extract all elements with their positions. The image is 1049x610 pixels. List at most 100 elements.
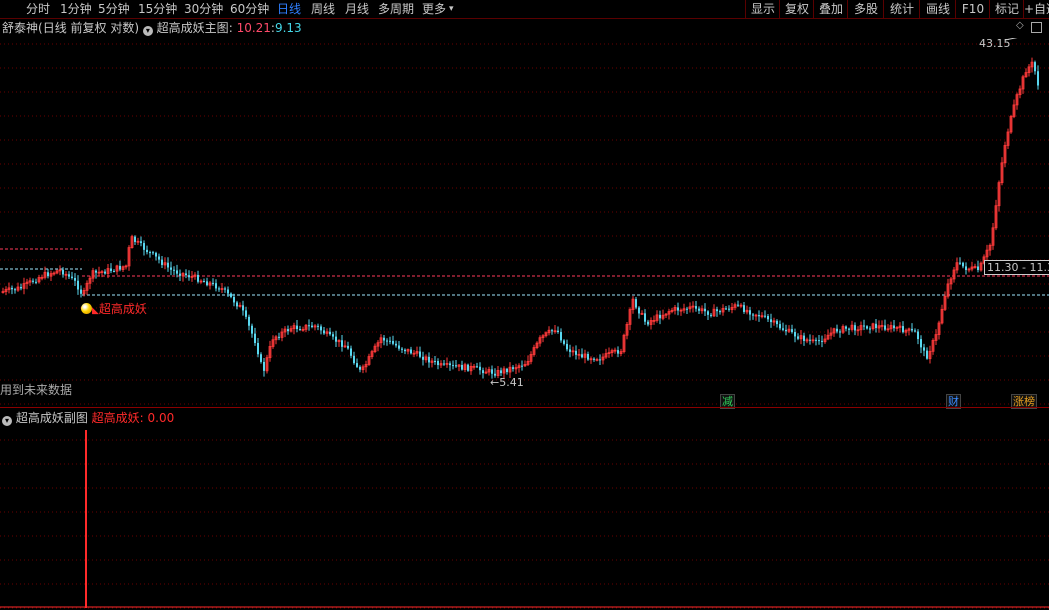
candle-body	[707, 311, 709, 315]
toolbar-button-0[interactable]: 显示	[745, 0, 780, 18]
period-tab-3[interactable]: 15分钟	[138, 0, 177, 18]
period-tab-8[interactable]: 月线	[345, 0, 369, 18]
candle-body	[179, 273, 181, 276]
stock-mode: (日线 前复权 对数)	[38, 21, 140, 35]
candle-body	[575, 350, 577, 355]
candle-body	[725, 308, 727, 310]
candle-body	[677, 307, 679, 311]
candle-body	[299, 329, 301, 331]
period-tab-10[interactable]: 更多	[422, 0, 446, 18]
candle-body	[1037, 71, 1039, 86]
candle-body	[467, 364, 469, 371]
toolbar-button-1[interactable]: 复权	[779, 0, 814, 18]
candle-body	[782, 328, 784, 330]
candle-body	[821, 340, 823, 342]
candle-body	[263, 361, 265, 371]
candle-body	[254, 333, 256, 343]
candle-body	[476, 366, 478, 368]
period-tab-0[interactable]: 分时	[26, 0, 50, 18]
toolbar-button-7[interactable]: 标记	[989, 0, 1024, 18]
candle-body	[593, 358, 595, 360]
candle-body	[1034, 62, 1036, 72]
candle-body	[95, 270, 97, 273]
toolbar-button-3[interactable]: 多股	[847, 0, 884, 18]
candle-body	[323, 330, 325, 334]
candle-body	[686, 308, 688, 310]
candle-body	[791, 329, 793, 333]
candle-body	[794, 332, 796, 337]
sub-indicator-chart[interactable]	[0, 408, 1049, 610]
toolbar-button-6[interactable]: F10	[955, 0, 990, 18]
candle-body	[14, 289, 16, 291]
stock-name[interactable]: 舒泰神	[2, 21, 38, 35]
candle-body	[560, 332, 562, 341]
candle-body	[785, 329, 787, 332]
candle-body	[866, 326, 868, 329]
candle-body	[863, 325, 865, 327]
candle-body	[140, 241, 142, 244]
candle-body	[752, 314, 754, 316]
low-price-label: ←5.41	[490, 376, 524, 389]
candle-body	[767, 316, 769, 320]
period-tab-5[interactable]: 60分钟	[230, 0, 269, 18]
signal-label: ◣超高成妖	[81, 300, 147, 317]
high-price-label: 43.15	[979, 37, 1011, 50]
candle-body	[599, 359, 601, 361]
main-indicator-name[interactable]: 超高成妖主图	[157, 21, 229, 35]
candle-body	[11, 287, 13, 290]
candle-body	[80, 289, 82, 294]
diamond-icon[interactable]: ◇	[1016, 20, 1024, 31]
candle-body	[152, 252, 154, 254]
candle-body	[155, 252, 157, 257]
toolbar-button-5[interactable]: 画线	[919, 0, 956, 18]
toolbar-button-4[interactable]: 统计	[883, 0, 920, 18]
candle-body	[869, 328, 871, 330]
candle-body	[335, 336, 337, 342]
candle-body	[581, 354, 583, 358]
candle-body	[500, 370, 502, 374]
period-tab-2[interactable]: 5分钟	[98, 0, 130, 18]
period-tab-6[interactable]: 日线	[277, 0, 301, 18]
candle-body	[197, 274, 199, 282]
arrow-icon: ◣	[92, 306, 99, 316]
candle-body	[233, 296, 235, 303]
candle-body	[776, 320, 778, 325]
more-dropdown-icon[interactable]: ▾	[449, 0, 454, 18]
candlestick-chart[interactable]	[0, 38, 1049, 408]
candle-body	[158, 256, 160, 260]
candle-body	[173, 269, 175, 271]
candle-body	[695, 306, 697, 309]
candle-body	[710, 314, 712, 316]
candle-body	[185, 273, 187, 276]
candle-body	[401, 348, 403, 350]
candle-body	[959, 262, 961, 264]
candle-body	[803, 335, 805, 341]
candle-body	[704, 308, 706, 312]
candle-body	[617, 350, 619, 354]
toolbar-button-8[interactable]: +自选	[1023, 0, 1049, 18]
period-tab-7[interactable]: 周线	[311, 0, 335, 18]
candle-body	[566, 343, 568, 350]
signal-ball-icon	[81, 303, 92, 314]
period-tab-9[interactable]: 多周期	[378, 0, 414, 18]
candle-body	[251, 325, 253, 334]
period-tab-1[interactable]: 1分钟	[60, 0, 92, 18]
candle-body	[815, 339, 817, 341]
maximize-icon[interactable]	[1031, 22, 1042, 33]
candle-body	[62, 269, 64, 275]
candle-body	[143, 243, 145, 250]
period-tab-4[interactable]: 30分钟	[184, 0, 223, 18]
candle-body	[422, 356, 424, 360]
candle-body	[356, 363, 358, 367]
candle-body	[332, 334, 334, 337]
candle-body	[329, 331, 331, 335]
candle-body	[923, 347, 925, 351]
candle-body	[47, 272, 49, 277]
toolbar-button-2[interactable]: 叠加	[813, 0, 848, 18]
candle-body	[521, 365, 523, 367]
candle-body	[248, 316, 250, 326]
candle-body	[434, 360, 436, 362]
candle-body	[278, 336, 280, 338]
candle-body	[230, 293, 232, 297]
chevron-down-icon[interactable]: ▾	[142, 26, 153, 36]
